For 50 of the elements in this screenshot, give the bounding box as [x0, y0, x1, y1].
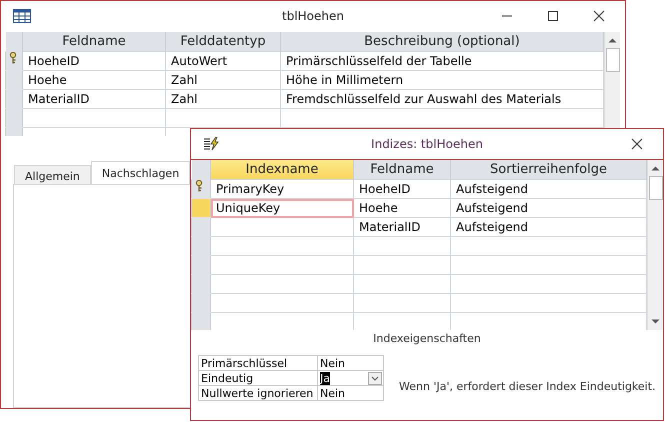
maximize-icon[interactable] [547, 10, 559, 22]
property-label: Eindeutig [198, 370, 318, 386]
scroll-thumb[interactable] [648, 176, 662, 200]
table-cell: MaterialID [354, 218, 450, 236]
close-icon[interactable] [631, 138, 643, 150]
table-cell: AutoWert [166, 52, 280, 70]
property-value[interactable]: Ja [318, 370, 384, 386]
scroll-up-icon[interactable] [608, 37, 617, 43]
table-cell: PrimaryKey [210, 180, 354, 198]
column-header[interactable]: Indexname [210, 160, 354, 180]
table-cell: Aufsteigend [450, 218, 646, 236]
window-title: Indizes: tblHoehen [371, 137, 483, 151]
help-text: Wenn 'Ja', erfordert dieser Index Eindeutigkeit. [399, 380, 656, 393]
close-icon[interactable] [593, 10, 605, 22]
table-icon [13, 9, 31, 23]
property-label: Primärschlüssel [198, 356, 318, 370]
tab[interactable]: Allgemein [14, 165, 91, 184]
scrollbar[interactable] [647, 160, 663, 330]
table-cell: Aufsteigend [450, 180, 646, 198]
table-cell: Höhe in Millimetern [280, 70, 604, 90]
table-cell: Zahl [166, 70, 280, 90]
column-header[interactable]: Beschreibung (optional) [280, 32, 604, 52]
table-cell: MaterialID [22, 90, 166, 108]
key-icon [9, 52, 17, 64]
table-cell: Hoehe [354, 198, 450, 218]
scroll-up-icon[interactable] [651, 165, 660, 171]
row-selector[interactable] [192, 180, 210, 198]
dropdown-icon[interactable] [368, 372, 382, 385]
scroll-down-icon[interactable] [651, 319, 660, 325]
lightning-list-icon [203, 137, 219, 151]
property-value[interactable]: Nein [318, 386, 384, 400]
table-cell: Primärschlüsselfeld der Tabelle [280, 52, 604, 70]
table-cell: Aufsteigend [450, 198, 646, 218]
table-cell: Zahl [166, 90, 280, 108]
table-cell: Fremdschlüsselfeld zur Auswahl des Materials [280, 90, 604, 108]
column-header[interactable]: Feldname [354, 160, 450, 180]
property-label: Nullwerte ignorieren [198, 386, 318, 400]
scroll-thumb[interactable] [606, 48, 620, 72]
tab[interactable]: Nachschlagen [90, 161, 190, 184]
table-cell: HoeheID [22, 52, 166, 70]
section-title: Indexeigenschaften [372, 332, 482, 345]
property-value[interactable]: Nein [318, 356, 384, 370]
table-cell: Hoehe [22, 70, 166, 90]
column-header[interactable]: Sortierreihenfolge [450, 160, 646, 180]
column-header[interactable]: Feldname [22, 32, 166, 52]
window-title: tblHoehen [282, 9, 344, 23]
key-icon [195, 180, 203, 192]
table-cell: HoeheID [354, 180, 450, 198]
column-header[interactable]: Felddatentyp [166, 32, 280, 52]
table-cell: UniqueKey [210, 198, 354, 218]
